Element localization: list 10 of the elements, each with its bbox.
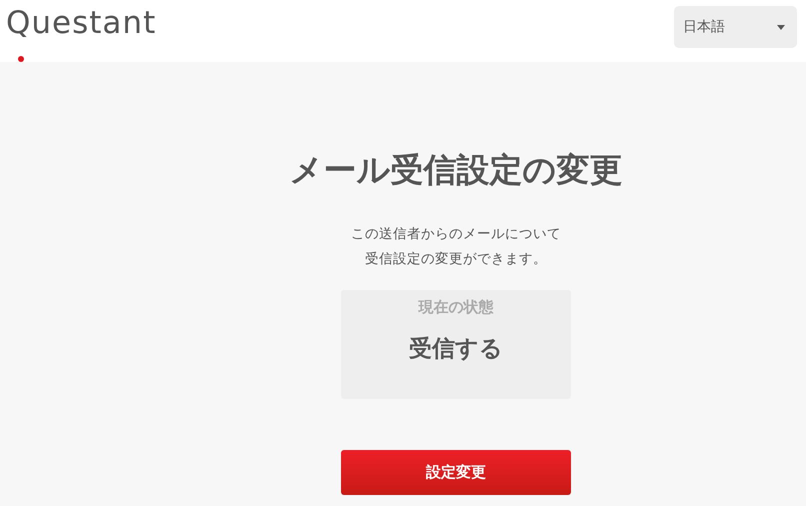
description-text: 受信設定の変更ができます。 xyxy=(365,250,547,268)
status-value: 受信する xyxy=(409,335,503,364)
status-label: 現在の状態 xyxy=(418,298,494,317)
logo: Questant xyxy=(6,8,156,38)
language-select[interactable]: 日本語 xyxy=(674,6,797,48)
description-text: この送信者からのメールについて xyxy=(351,225,561,243)
change-settings-button[interactable]: 設定変更 xyxy=(341,450,571,495)
caret-icon xyxy=(777,24,785,30)
logo-dot-icon xyxy=(18,56,24,62)
page-title: メール受信設定の変更 xyxy=(290,149,622,191)
